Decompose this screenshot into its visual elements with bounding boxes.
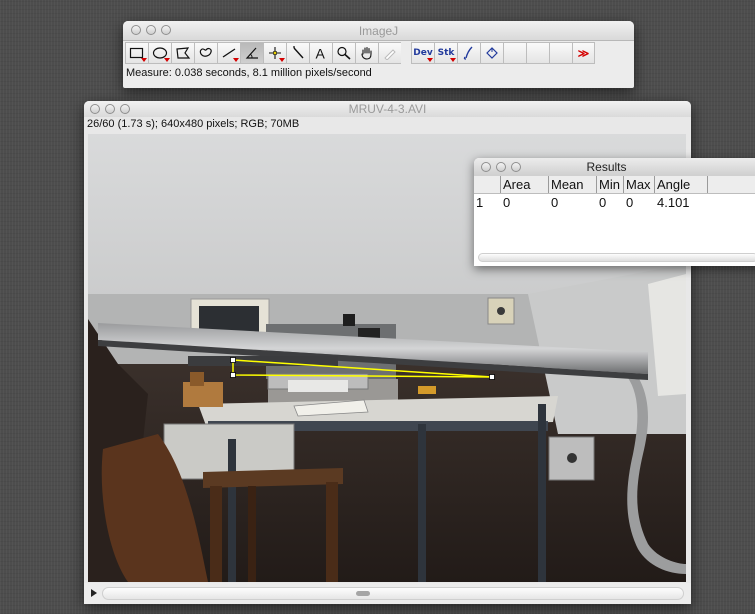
oval-tool[interactable]: [148, 42, 171, 64]
column-header[interactable]: Max: [624, 176, 655, 193]
angle-tool[interactable]: [240, 42, 263, 64]
dropdown-arrow-icon: [427, 58, 433, 62]
image-info: 26/60 (1.73 s); 640x480 pixels; RGB; 70M…: [87, 118, 300, 130]
table-cell: 0: [503, 195, 511, 210]
empty-tool-slot-2[interactable]: [526, 42, 549, 64]
svg-text:A: A: [316, 46, 326, 60]
text-tool[interactable]: A: [309, 42, 332, 64]
dropdown-arrow-icon: [279, 58, 285, 62]
table-cell: 0: [626, 195, 634, 210]
dev-label: Dev: [413, 48, 433, 58]
frame-slider-thumb[interactable]: [356, 591, 370, 596]
empty-tool-slot-3[interactable]: [549, 42, 572, 64]
frame-scrollbar: [84, 583, 691, 604]
image-titlebar[interactable]: MRUV-4-3.AVI: [84, 101, 691, 117]
magnifier-icon: [337, 46, 351, 60]
wand-tool[interactable]: [286, 42, 309, 64]
polygon-tool[interactable]: [171, 42, 194, 64]
frame-slider-track[interactable]: [102, 587, 684, 600]
dropdown-arrow-icon: [141, 58, 147, 62]
hand-tool[interactable]: [355, 42, 378, 64]
table-cell: 0: [551, 195, 559, 210]
empty-tool-slot-1[interactable]: [503, 42, 526, 64]
dropdown-arrow-icon: [233, 58, 239, 62]
wand-icon: [293, 46, 304, 59]
results-title: Results: [586, 160, 627, 174]
table-row[interactable]: 1 0 0 0 0 4.101: [474, 194, 755, 211]
results-table: Area Mean Min Max Angle 1 0 0 0 0 4.101: [474, 176, 755, 211]
dev-menu-button[interactable]: Dev: [411, 42, 434, 64]
table-cell: 1: [476, 195, 484, 210]
table-cell: [708, 194, 755, 211]
dropdown-arrow-icon: [164, 58, 170, 62]
bucket-icon: [486, 47, 498, 59]
more-tools-icon: ≫: [577, 47, 590, 60]
dropper-icon: [384, 49, 396, 60]
results-horizontal-scrollbar[interactable]: [478, 253, 755, 262]
stk-label: Stk: [437, 48, 455, 58]
results-window: Results Area Mean Min Max Angle 1 0 0 0 …: [474, 158, 755, 266]
column-header[interactable]: Angle: [655, 176, 708, 193]
column-header[interactable]: [708, 176, 755, 193]
stk-menu-button[interactable]: Stk: [434, 42, 457, 64]
freehand-tool[interactable]: [194, 42, 217, 64]
imagej-toolbar-window: ImageJ A Dev Stk ≫ Measure: 0.038 second…: [123, 21, 634, 88]
column-header[interactable]: Min: [597, 176, 624, 193]
dropdown-arrow-icon: [450, 58, 456, 62]
table-header-row: Area Mean Min Max Angle: [474, 176, 755, 194]
more-tools-button[interactable]: ≫: [572, 42, 595, 64]
point-tool[interactable]: [263, 42, 286, 64]
image-title: MRUV-4-3.AVI: [348, 102, 427, 116]
play-icon[interactable]: [91, 589, 97, 597]
column-header[interactable]: [474, 176, 501, 193]
column-header[interactable]: Mean: [549, 176, 597, 193]
results-titlebar[interactable]: Results: [474, 158, 755, 177]
line-tool[interactable]: [217, 42, 240, 64]
hand-icon: [361, 46, 372, 60]
column-header[interactable]: Area: [501, 176, 549, 193]
imagej-title: ImageJ: [358, 24, 399, 38]
angle-icon: [245, 47, 258, 59]
table-cell: 0: [599, 195, 607, 210]
brush-tool[interactable]: [457, 42, 480, 64]
freehand-icon: [199, 47, 212, 57]
imagej-titlebar[interactable]: ImageJ: [123, 21, 634, 41]
tool-bar: A Dev Stk ≫: [125, 42, 632, 65]
color-picker-tool[interactable]: [378, 42, 401, 64]
table-cell: 4.101: [657, 195, 690, 210]
text-icon: A: [316, 46, 326, 60]
magnifier-tool[interactable]: [332, 42, 355, 64]
brush-icon: [463, 46, 473, 60]
flood-fill-tool[interactable]: [480, 42, 503, 64]
polygon-icon: [176, 47, 191, 59]
rectangle-tool[interactable]: [125, 42, 148, 64]
status-text: Measure: 0.038 seconds, 8.1 million pixe…: [126, 67, 372, 79]
